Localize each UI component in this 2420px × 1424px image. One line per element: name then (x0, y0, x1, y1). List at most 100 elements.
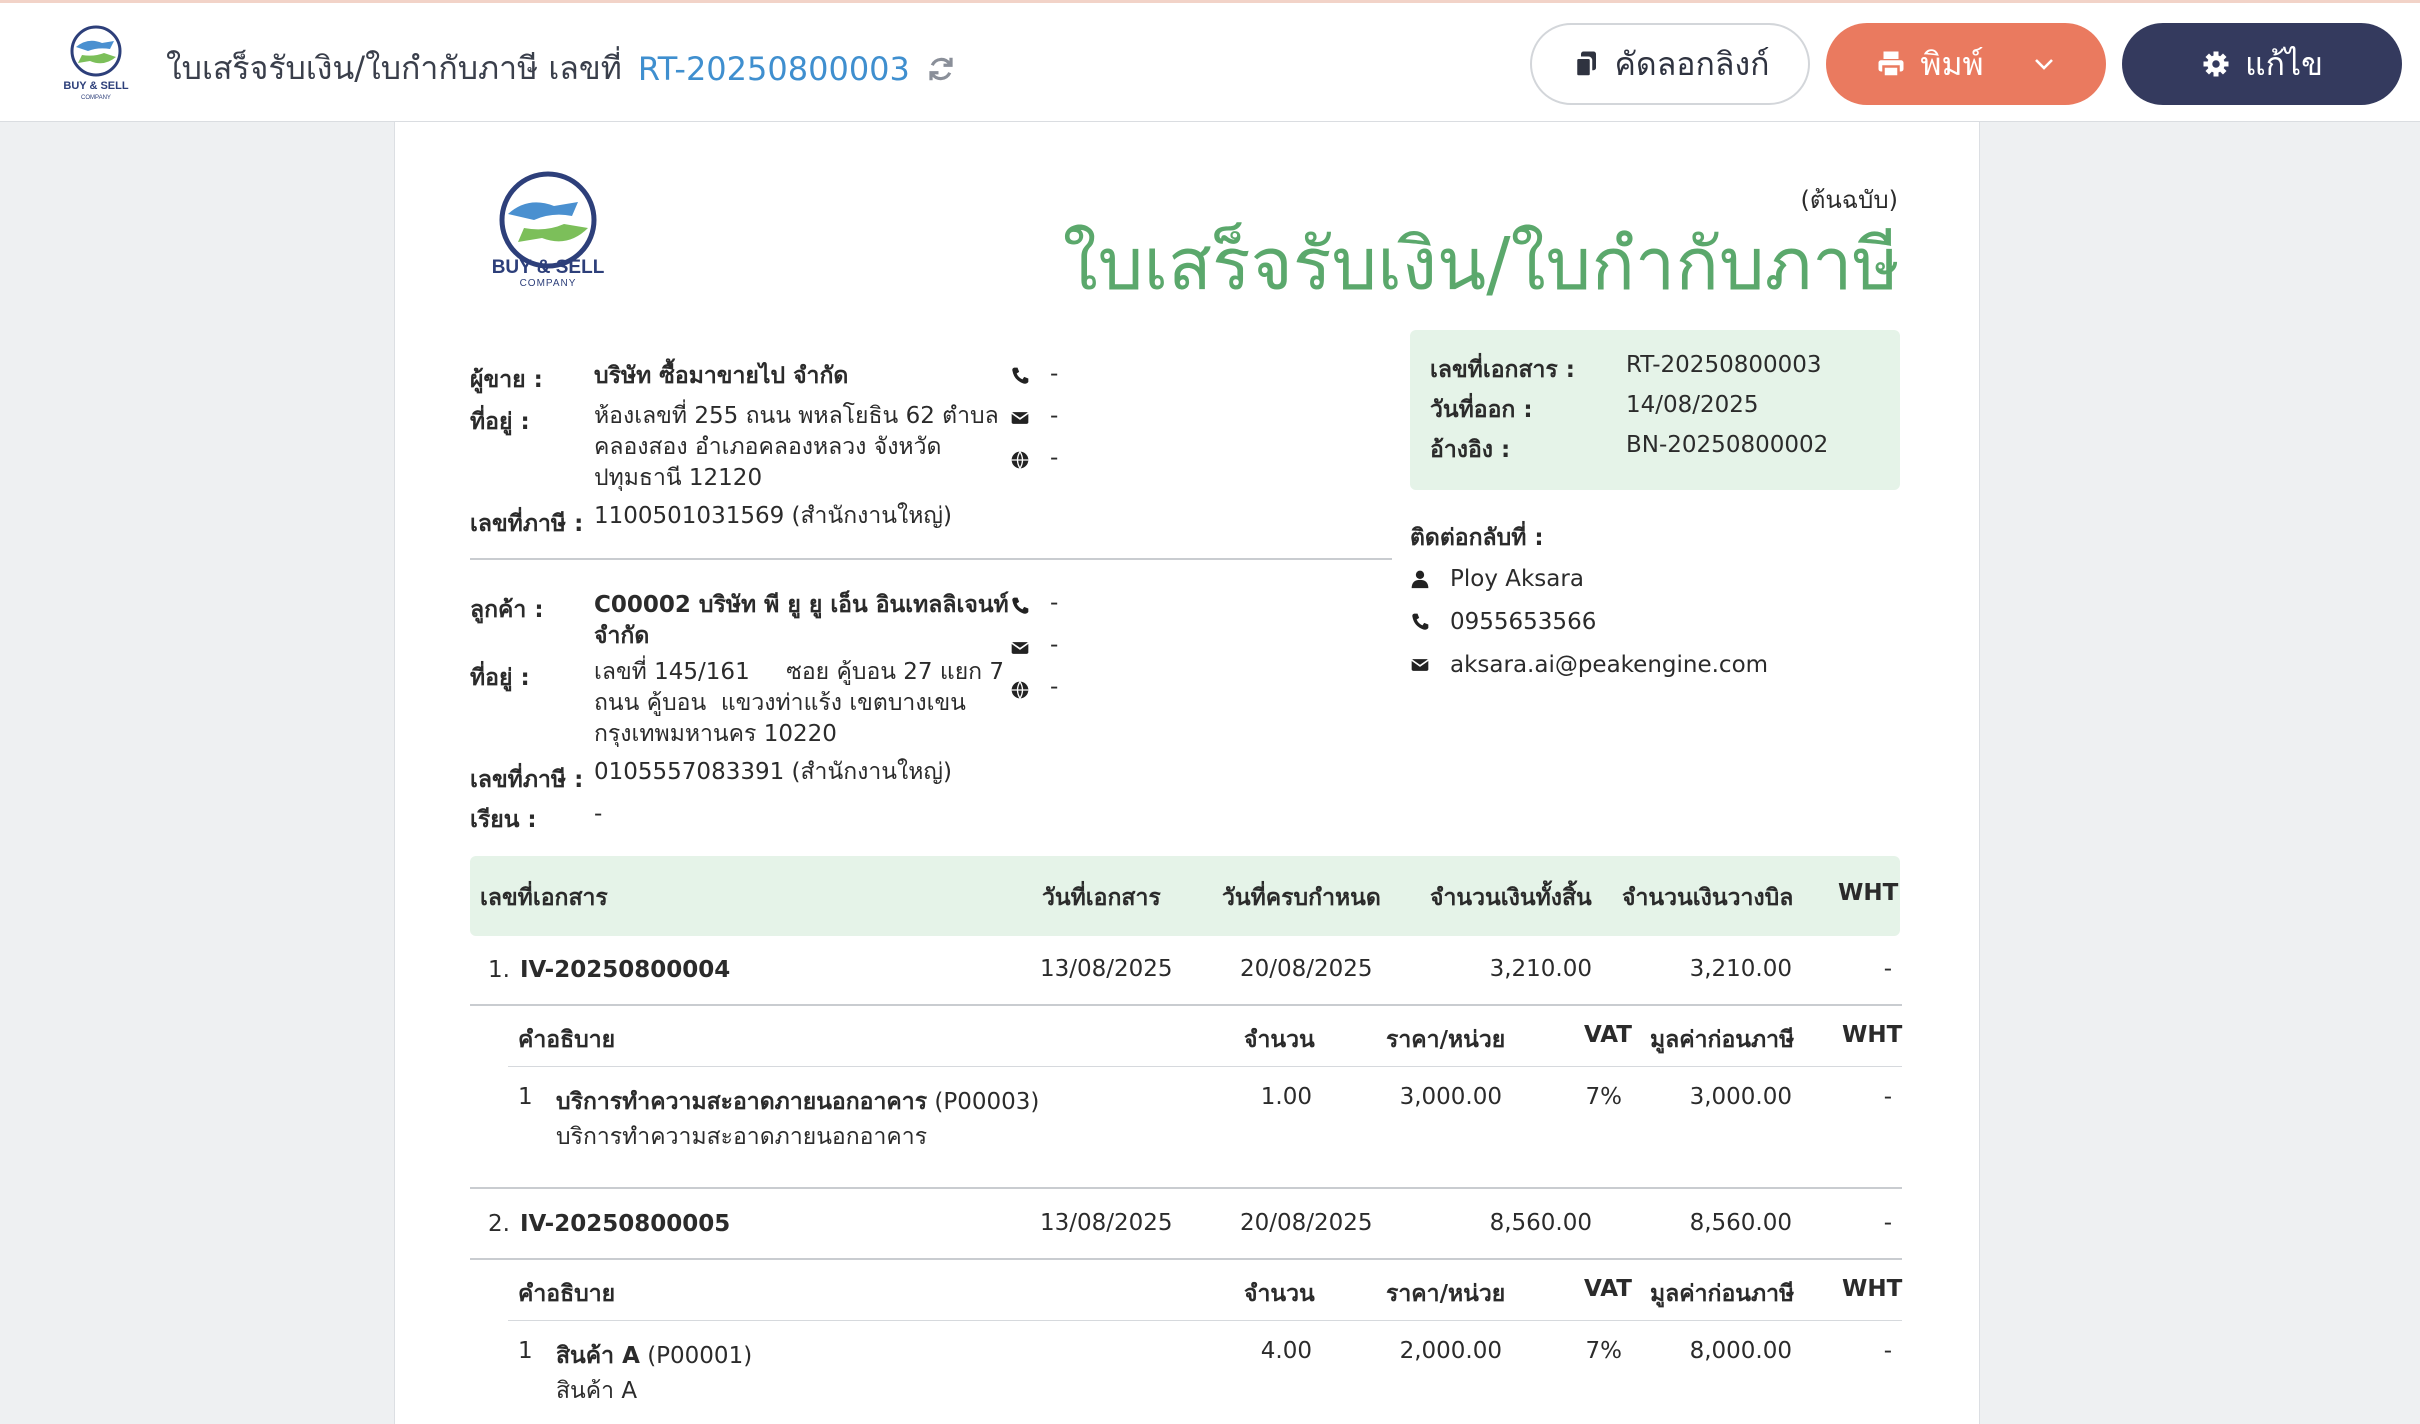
th-billed: จำนวนเงินวางบิล (1622, 885, 1794, 911)
row-separator (470, 1187, 1902, 1189)
company-logo: BUY & SELL COMPANY (63, 25, 129, 101)
document-title: ใบเสร็จรับเงิน/ใบกำกับภาษี (1062, 222, 1900, 306)
th-wht: WHT (1838, 880, 1899, 906)
seller-phone: - (1050, 361, 1059, 387)
customer-address-line2: ถนน คู้บอน แขวงท่าแร้ง เขตบางเขน (594, 690, 966, 716)
contact-phone: 0955653566 (1450, 609, 1597, 635)
contact-title: ติดต่อกลับที่ : (1410, 525, 1544, 551)
row2-item1-vat: 7% (1585, 1338, 1623, 1364)
row2-item1-name: สินค้า A (556, 1343, 640, 1369)
customer-address-line1: เลขที่ 145/161 ซอย คู้บอน 27 แยก 7 (594, 659, 1005, 685)
customer-attn: - (594, 801, 603, 827)
row2-docno[interactable]: IV-20250800005 (520, 1211, 730, 1237)
seller-name: บริษัท ซื้อมาขายไป จำกัด (594, 363, 849, 389)
document-logo-name: BUY & SELL (491, 257, 605, 278)
seller-address-line3: ปทุมธานี 12120 (594, 465, 763, 491)
seller-label: ผู้ขาย : (470, 367, 543, 393)
contact-name-row: Ploy Aksara (1410, 566, 1584, 592)
row1-item1-pretax: 3,000.00 (1689, 1084, 1792, 1110)
row1-divider (470, 1004, 1902, 1006)
seller-tax-label: เลขที่ภาษี : (470, 511, 584, 537)
row1-sub-vat: VAT (1584, 1022, 1632, 1048)
row1-item1-title: บริการทำความสะอาดภายนอกอาคาร (P00003) (556, 1084, 1039, 1120)
document-info-box: เลขที่เอกสาร : RT-20250800003 วันที่ออก … (1410, 330, 1900, 490)
row1-wht: - (1883, 956, 1892, 982)
seller-web: - (1050, 445, 1059, 471)
row1-index: 1. (488, 957, 510, 983)
row1-total: 3,210.00 (1489, 956, 1592, 982)
row2-sub-divider (508, 1320, 1902, 1321)
th-due-date: วันที่ครบกำหนด (1222, 885, 1381, 911)
logo-subtext: COMPANY (81, 95, 111, 101)
customer-tax-id: 0105557083391 (สำนักงานใหญ่) (594, 759, 952, 785)
document-number-link[interactable]: RT-20250800003 (638, 50, 910, 88)
logo-text: BUY & SELL (63, 80, 128, 92)
gear-icon (2203, 51, 2229, 77)
row1-docno[interactable]: IV-20250800004 (520, 957, 730, 983)
print-button[interactable]: พิมพ์ (1826, 23, 2106, 105)
row1-item1-qty: 1.00 (1260, 1084, 1312, 1110)
row2-sub-desc: คำอธิบาย (518, 1281, 616, 1307)
chevron-down-icon[interactable] (2032, 52, 2056, 76)
row2-total: 8,560.00 (1489, 1210, 1592, 1236)
th-docno: เลขที่เอกสาร (480, 885, 608, 911)
row2-divider (470, 1258, 1902, 1260)
contact-name: Ploy Aksara (1450, 566, 1584, 592)
contact-phone-row: 0955653566 (1410, 609, 1596, 635)
edit-button[interactable]: แก้ไข (2122, 23, 2402, 105)
row2-item1-title: สินค้า A (P00001) (556, 1338, 752, 1374)
globe-icon (1011, 681, 1029, 699)
envelope-icon (1011, 412, 1029, 424)
row2-sub-price: ราคา/หน่วย (1386, 1281, 1506, 1307)
row1-item1-price: 3,000.00 (1399, 1084, 1502, 1110)
seller-email: - (1050, 403, 1059, 429)
row1-billed: 3,210.00 (1689, 956, 1792, 982)
row2-sub-wht: WHT (1842, 1276, 1903, 1302)
customer-attn-label: เรียน : (470, 807, 537, 833)
copy-link-button[interactable]: คัดลอกลิงก์ (1530, 23, 1810, 105)
customer-address-label: ที่อยู่ : (470, 665, 530, 691)
table-header: เลขที่เอกสาร วันที่เอกสาร วันที่ครบกำหนด… (470, 856, 1900, 936)
contact-email: aksara.ai@peakengine.com (1450, 652, 1769, 678)
copy-link-label: คัดลอกลิงก์ (1614, 44, 1770, 83)
divider (470, 558, 1392, 560)
customer-label: ลูกค้า : (470, 597, 544, 623)
row2-sub-vat: VAT (1584, 1276, 1632, 1302)
row1-item1-desc: บริการทำความสะอาดภายนอกอาคาร (556, 1124, 928, 1150)
row2-sub-qty: จำนวน (1244, 1281, 1315, 1307)
user-icon (1411, 570, 1429, 589)
print-label: พิมพ์ (1920, 44, 1984, 83)
row2-item1-wht: - (1883, 1338, 1892, 1364)
row1-doc-date: 13/08/2025 (1040, 956, 1173, 982)
info-ref: BN-20250800002 (1626, 432, 1829, 458)
row2-wht: - (1883, 1210, 1892, 1236)
row1-item1-no: 1 (518, 1084, 533, 1110)
refresh-icon[interactable] (926, 54, 956, 84)
row1-sub-divider (508, 1066, 1902, 1067)
row1-due-date: 20/08/2025 (1240, 956, 1373, 982)
info-docno: RT-20250800003 (1626, 352, 1822, 378)
row1-item1-wht: - (1883, 1084, 1892, 1110)
copy-icon (1574, 51, 1596, 78)
seller-address-line2: คลองสอง อำเภอคลองหลวง จังหวัด (594, 434, 942, 460)
row1-sub-price: ราคา/หน่วย (1386, 1027, 1506, 1053)
row1-item1-name: บริการทำความสะอาดภายนอกอาคาร (556, 1089, 928, 1115)
customer-web: - (1050, 674, 1059, 700)
info-docno-label: เลขที่เอกสาร : (1430, 357, 1575, 383)
row1-sub-qty: จำนวน (1244, 1027, 1315, 1053)
customer-name-line1: C00002 บริษัท พี ยู ยู เอ็น อินเทลลิเจนท… (594, 592, 1009, 618)
phone-icon (1012, 367, 1029, 384)
globe-icon (1011, 451, 1029, 469)
page-title: ใบเสร็จรับเงิน/ใบกำกับภาษี เลขที่ RT-202… (166, 43, 956, 94)
row2-item1-pretax: 8,000.00 (1689, 1338, 1792, 1364)
seller-address-line1: ห้องเลขที่ 255 ถนน พหลโยธิน 62 ตำบล (594, 403, 999, 429)
th-total: จำนวนเงินทั้งสิ้น (1430, 885, 1592, 911)
phone-icon (1412, 613, 1429, 630)
info-date-label: วันที่ออก : (1430, 397, 1533, 423)
row2-item1-price: 2,000.00 (1399, 1338, 1502, 1364)
page-title-text: ใบเสร็จรับเงิน/ใบกำกับภาษี เลขที่ (166, 49, 622, 87)
row2-index: 2. (488, 1211, 510, 1237)
info-date: 14/08/2025 (1626, 392, 1759, 418)
row2-item1-desc: สินค้า A (556, 1378, 638, 1404)
edit-label: แก้ไข (2245, 44, 2323, 83)
